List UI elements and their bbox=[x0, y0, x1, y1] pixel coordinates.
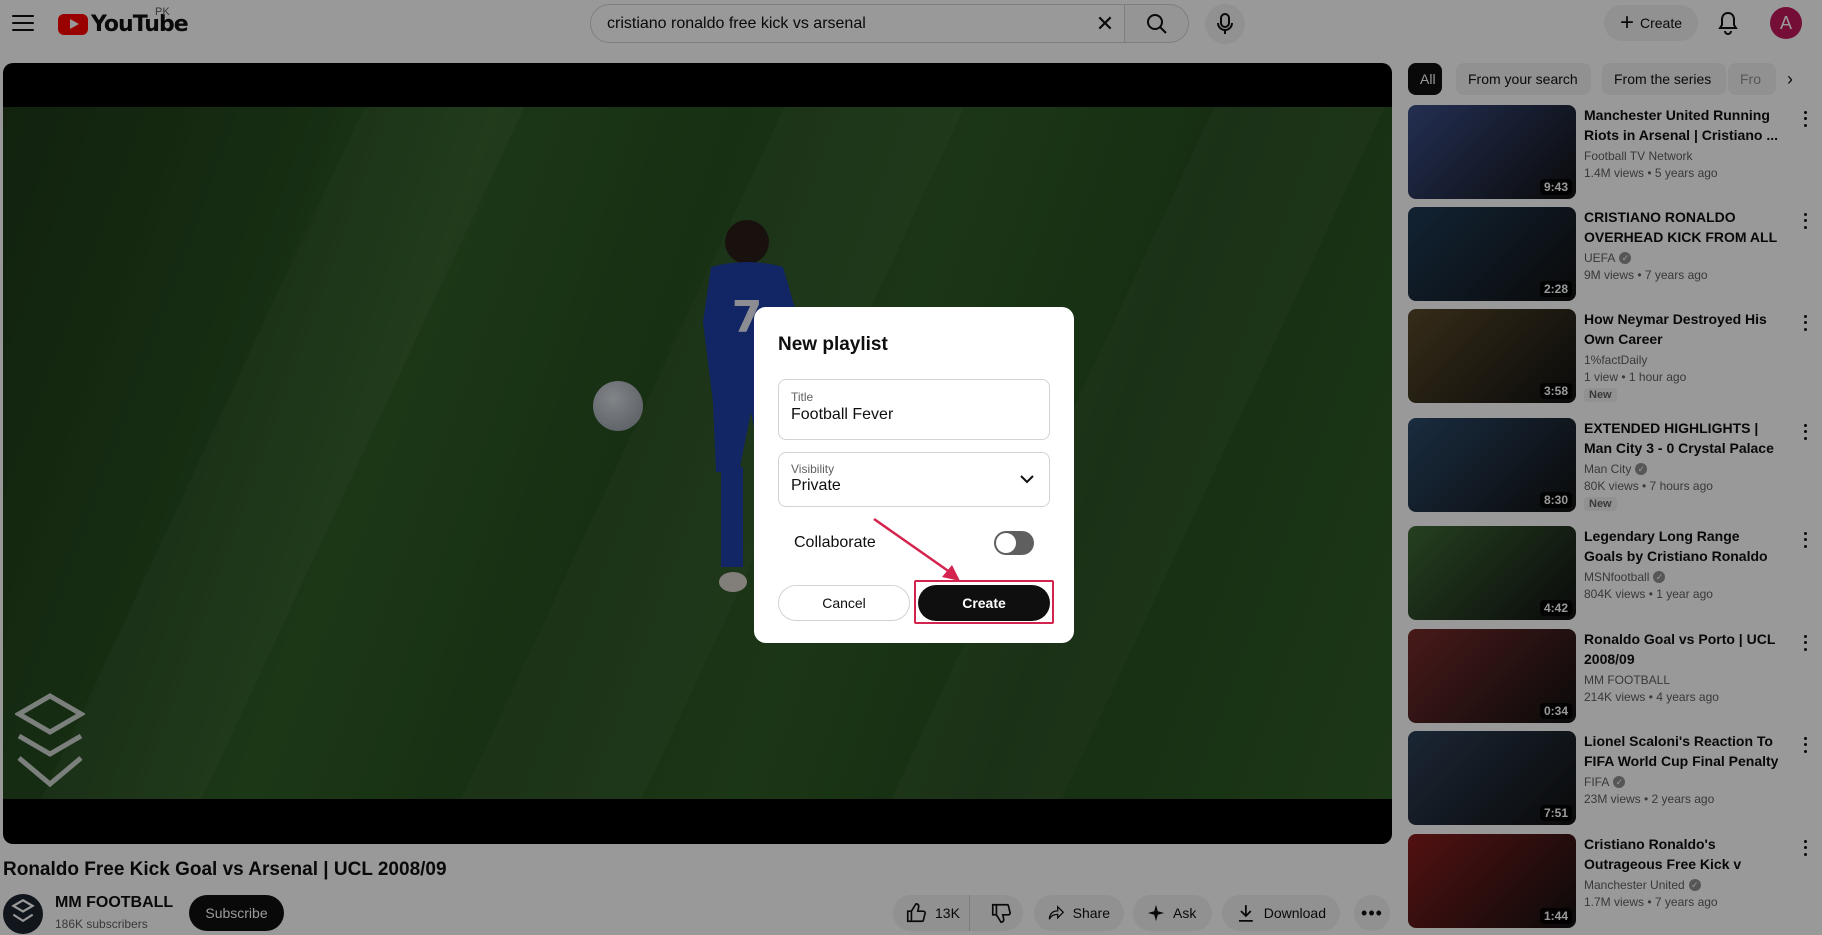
toggle-knob bbox=[996, 533, 1016, 553]
visibility-value: Private bbox=[791, 477, 841, 494]
new-playlist-dialog: New playlist Title Football Fever Visibi… bbox=[754, 307, 1074, 643]
collaborate-toggle[interactable] bbox=[994, 531, 1034, 555]
visibility-select[interactable]: Visibility Private bbox=[778, 452, 1050, 507]
cancel-button[interactable]: Cancel bbox=[778, 585, 910, 621]
playlist-title-field[interactable]: Title Football Fever bbox=[778, 379, 1050, 440]
chevron-down-icon bbox=[1020, 475, 1034, 484]
visibility-label: Visibility bbox=[791, 462, 835, 476]
create-playlist-button[interactable]: Create bbox=[918, 585, 1050, 621]
title-value: Football Fever bbox=[791, 406, 894, 423]
title-label: Title bbox=[791, 390, 814, 404]
dialog-title: New playlist bbox=[778, 334, 888, 355]
collaborate-label: Collaborate bbox=[794, 534, 876, 551]
annotation-arrow bbox=[873, 517, 960, 581]
